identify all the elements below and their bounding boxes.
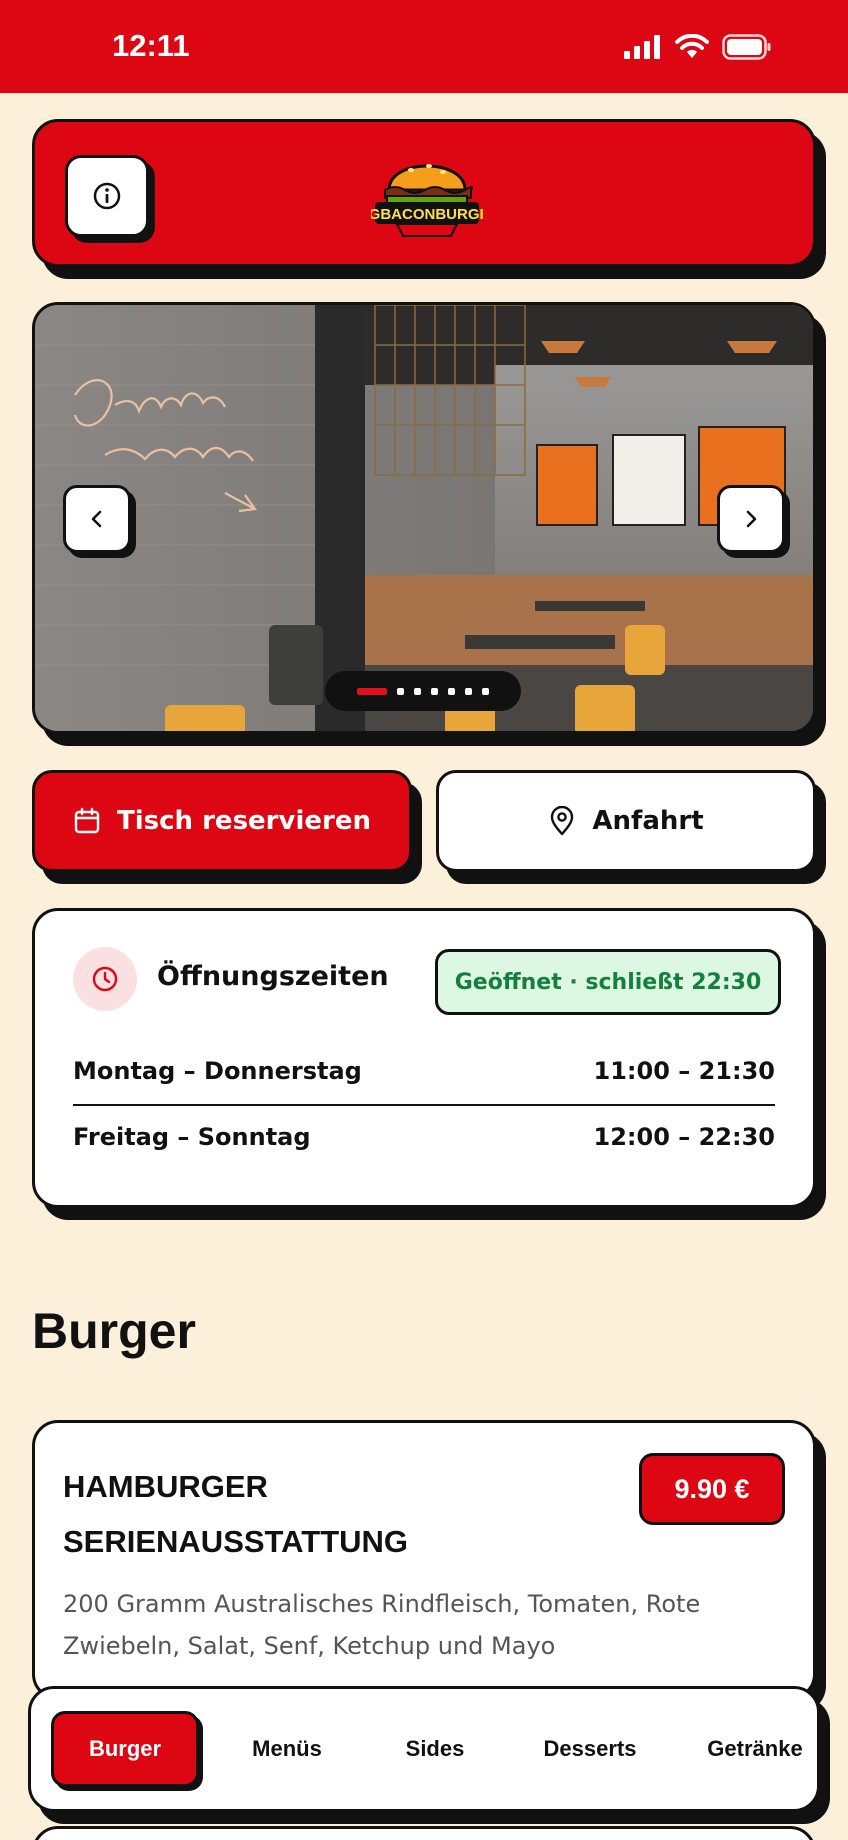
tab-sides[interactable]: Sides [375, 1711, 495, 1787]
directions-label: Anfahrt [592, 806, 704, 836]
pagination-dot[interactable] [431, 687, 438, 695]
reserve-table-button[interactable]: Tisch reservieren [32, 770, 412, 872]
open-status-badge: Geöffnet · schließt 22:30 [435, 949, 781, 1015]
pagination-dot-active[interactable] [357, 687, 387, 695]
product-price[interactable]: 9.90 € [639, 1453, 785, 1525]
wifi-icon [675, 34, 709, 58]
pagination-dot[interactable] [482, 687, 489, 695]
gallery-prev-button[interactable] [63, 485, 131, 553]
hours-row: Freitag – Sonntag 12:00 – 22:30 [73, 1123, 775, 1151]
pagination-dot[interactable] [448, 687, 455, 695]
tab-menus[interactable]: Menüs [199, 1711, 375, 1787]
clock-icon [92, 966, 118, 992]
tab-getraenke[interactable]: Getränke [685, 1711, 817, 1787]
pagination-dot[interactable] [414, 687, 421, 695]
tab-burger[interactable]: Burger [51, 1711, 199, 1787]
pagination-dot[interactable] [397, 687, 404, 695]
restaurant-gallery[interactable] [32, 302, 816, 734]
directions-button[interactable]: Anfahrt [436, 770, 816, 872]
section-title: Burger [32, 1303, 196, 1359]
cellular-signal-icon [624, 35, 660, 59]
divider [73, 1104, 775, 1106]
map-pin-icon [551, 806, 574, 836]
header-card: BIGBACONBURGER [32, 119, 816, 267]
hours-time: 11:00 – 21:30 [593, 1057, 776, 1085]
hours-days: Montag – Donnerstag [73, 1057, 362, 1085]
gallery-next-button[interactable] [717, 485, 785, 553]
opening-hours-card: Öffnungszeiten Geöffnet · schließt 22:30… [32, 908, 816, 1208]
status-time: 12:11 [112, 28, 190, 63]
category-tab-bar: Burger Menüs Sides Desserts Getränke [28, 1686, 820, 1812]
hours-time: 12:00 – 22:30 [593, 1123, 776, 1151]
product-description: 200 Gramm Australisches Rindfleisch, Tom… [63, 1590, 701, 1660]
info-icon [93, 182, 121, 210]
chevron-right-icon [746, 510, 757, 528]
gallery-pagination [325, 671, 521, 711]
hours-days: Freitag – Sonntag [73, 1123, 311, 1151]
status-icons [624, 34, 772, 60]
category-tabs: Burger Menüs Sides Desserts Getränke [51, 1711, 817, 1787]
restaurant-photo [35, 305, 813, 731]
info-button[interactable] [65, 155, 149, 237]
calendar-icon [74, 807, 100, 834]
brand-logo: BIGBACONBURGER [371, 164, 483, 237]
product-card-next[interactable] [32, 1826, 816, 1840]
status-bar: 12:11 [0, 0, 848, 93]
hours-row: Montag – Donnerstag 11:00 – 21:30 [73, 1057, 775, 1085]
tab-desserts[interactable]: Desserts [495, 1711, 685, 1787]
opening-hours-title: Öffnungszeiten [157, 961, 389, 992]
chevron-left-icon [91, 510, 102, 528]
logo-text: BIGBACONBURGER [371, 206, 483, 223]
reserve-label: Tisch reservieren [117, 806, 371, 836]
product-card[interactable]: HAMBURGER SERIENAUSSTATTUNG 9.90 € 200 G… [32, 1420, 816, 1700]
product-name: HAMBURGER SERIENAUSSTATTUNG [63, 1469, 409, 1559]
clock-badge [73, 947, 137, 1011]
battery-icon [722, 34, 771, 60]
pagination-dot[interactable] [465, 687, 472, 695]
